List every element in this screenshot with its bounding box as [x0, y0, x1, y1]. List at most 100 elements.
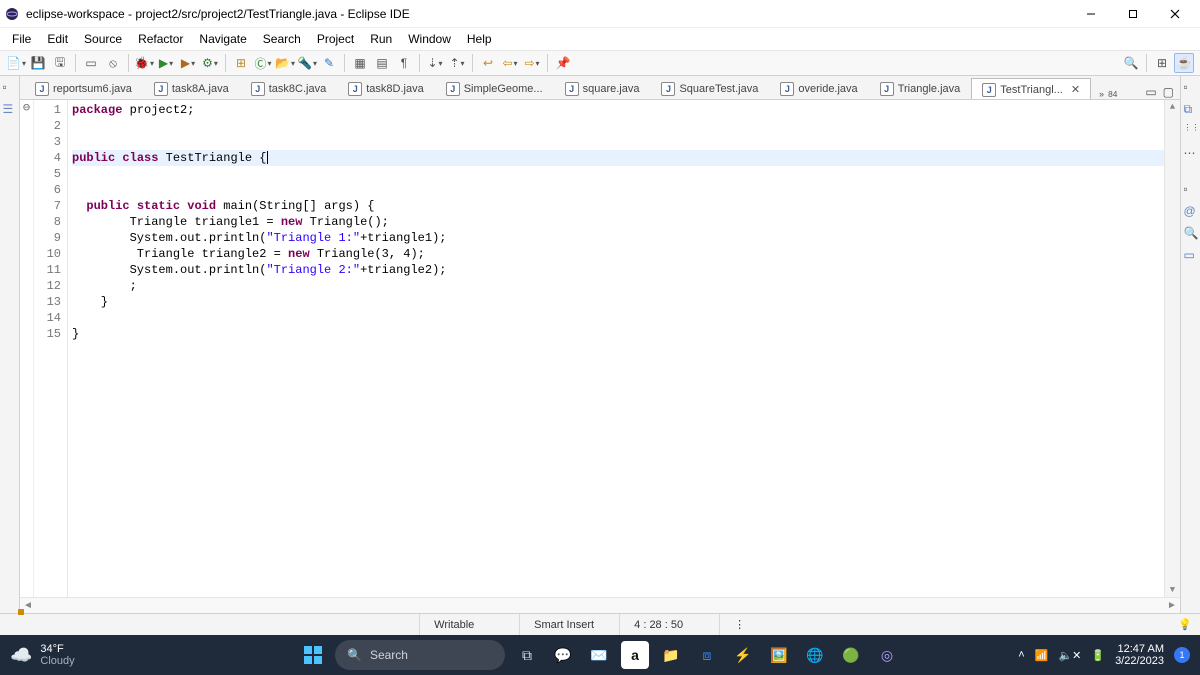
quick-access-search-icon[interactable]: 🔍 [1121, 53, 1141, 73]
save-all-button[interactable]: 🖫 [50, 53, 70, 73]
toggle-mark-button[interactable]: ✎ [319, 53, 339, 73]
show-whitespace-button[interactable]: ▤ [372, 53, 392, 73]
last-edit-button[interactable]: ↩ [478, 53, 498, 73]
scroll-right-icon[interactable]: ► [1164, 600, 1180, 611]
taskbar-weather[interactable]: ☁️ 34°F Cloudy [10, 643, 75, 667]
photos-icon[interactable]: 🖼️ [765, 641, 793, 669]
pin-button[interactable]: 📌 [553, 53, 573, 73]
menu-refactor[interactable]: Refactor [130, 30, 191, 48]
editor-tab[interactable]: JTestTriangl...✕ [971, 78, 1091, 100]
editor-tab[interactable]: JSimpleGeome... [435, 77, 554, 99]
outline-view-icon[interactable]: ⧉ [1184, 102, 1198, 116]
code-line[interactable]: package project2; [72, 102, 1164, 118]
editor-tab[interactable]: Joveride.java [769, 77, 868, 99]
prev-annotation-button[interactable]: ⇡▾ [447, 53, 467, 73]
menu-window[interactable]: Window [400, 30, 459, 48]
code-area[interactable]: package project2; public class TestTrian… [68, 100, 1164, 597]
code-line[interactable]: public class TestTriangle { [72, 150, 1164, 166]
declaration-view-icon[interactable]: 🔍 [1184, 226, 1198, 240]
horizontal-scrollbar[interactable]: ◄ ► [20, 597, 1180, 613]
open-perspective-button[interactable]: ⊞ [1152, 53, 1172, 73]
problems-view-icon[interactable]: @ [1184, 204, 1198, 218]
dropbox-icon[interactable]: ⧈ [693, 641, 721, 669]
menu-file[interactable]: File [4, 30, 39, 48]
minimize-editor-icon[interactable]: ▭ [1145, 85, 1156, 99]
tab-overflow[interactable]: »84 [1091, 89, 1125, 99]
code-line[interactable]: System.out.println("Triangle 2:"+triangl… [72, 262, 1164, 278]
task-view-icon[interactable]: ⧉ [513, 641, 541, 669]
code-line[interactable] [72, 118, 1164, 134]
tip-icon[interactable]: 💡 [1178, 618, 1200, 631]
maximize-button[interactable] [1112, 1, 1154, 27]
save-button[interactable]: 💾 [28, 53, 48, 73]
menu-help[interactable]: Help [459, 30, 500, 48]
code-line[interactable]: Triangle triangle2 = new Triangle(3, 4); [72, 246, 1164, 262]
search-button[interactable]: 🔦▾ [297, 53, 317, 73]
run-button[interactable]: ▶▾ [156, 53, 176, 73]
volume-icon[interactable]: 🔈✕ [1058, 649, 1081, 662]
editor-tab[interactable]: JSquareTest.java [650, 77, 769, 99]
new-class-button[interactable]: Ⓒ▾ [253, 53, 273, 73]
skip-breakpoints-button[interactable]: ⦸ [103, 53, 123, 73]
editor-tab[interactable]: Jsquare.java [554, 77, 651, 99]
editor-tab[interactable]: Jtask8C.java [240, 77, 337, 99]
vertical-scrollbar[interactable]: ▲ ▼ [1164, 100, 1180, 597]
terminal-button[interactable]: ▭ [81, 53, 101, 73]
java-perspective-button[interactable]: ☕ [1174, 53, 1194, 73]
chrome-icon[interactable]: 🟢 [837, 641, 865, 669]
wifi-icon[interactable]: 📶 [1035, 649, 1049, 662]
edge-icon[interactable]: 🌐 [801, 641, 829, 669]
code-line[interactable] [72, 310, 1164, 326]
task-list-view-icon[interactable]: ⋮⋮ [1184, 124, 1198, 138]
package-explorer-icon[interactable]: ☰ [3, 102, 17, 116]
open-type-button[interactable]: 📂▾ [275, 53, 295, 73]
status-extra[interactable]: ⋮ [719, 614, 759, 635]
code-line[interactable] [72, 166, 1164, 182]
code-line[interactable]: public static void main(String[] args) { [72, 198, 1164, 214]
restore-right-icon[interactable]: ▫ [1184, 80, 1198, 94]
editor-tab[interactable]: Jreportsum6.java [24, 77, 143, 99]
app-generic-icon[interactable]: ⚡ [729, 641, 757, 669]
stacked-view-icon[interactable]: ⋯ [1184, 146, 1198, 160]
menu-navigate[interactable]: Navigate [191, 30, 254, 48]
notifications-icon[interactable]: 1 [1174, 647, 1190, 663]
taskbar-clock[interactable]: 12:47 AM 3/22/2023 [1115, 643, 1164, 667]
minimize-button[interactable] [1070, 1, 1112, 27]
menu-edit[interactable]: Edit [39, 30, 76, 48]
code-line[interactable]: } [72, 294, 1164, 310]
new-package-button[interactable]: ⊞ [231, 53, 251, 73]
forward-button[interactable]: ⇨▾ [522, 53, 542, 73]
code-line[interactable]: Triangle triangle1 = new Triangle(); [72, 214, 1164, 230]
maximize-editor-icon[interactable]: ▢ [1163, 85, 1174, 99]
code-line[interactable] [72, 134, 1164, 150]
menu-project[interactable]: Project [309, 30, 362, 48]
tab-close-icon[interactable]: ✕ [1071, 83, 1080, 96]
menu-search[interactable]: Search [255, 30, 309, 48]
menu-source[interactable]: Source [76, 30, 130, 48]
restore-bottom-icon[interactable]: ▫ [1184, 182, 1198, 196]
menu-run[interactable]: Run [362, 30, 400, 48]
external-tools-button[interactable]: ⚙▾ [200, 53, 220, 73]
editor-tab[interactable]: Jtask8D.java [337, 77, 434, 99]
start-button[interactable] [299, 641, 327, 669]
new-button[interactable]: 📄▾ [6, 53, 26, 73]
toggle-block-button[interactable]: ▦ [350, 53, 370, 73]
pilcrow-button[interactable]: ¶ [394, 53, 414, 73]
editor-tab[interactable]: Jtask8A.java [143, 77, 240, 99]
code-line[interactable] [72, 182, 1164, 198]
code-line[interactable]: ; [72, 278, 1164, 294]
taskbar-search[interactable]: 🔍 Search [335, 640, 505, 670]
code-line[interactable]: System.out.println("Triangle 1:"+triangl… [72, 230, 1164, 246]
editor-tab[interactable]: JTriangle.java [869, 77, 972, 99]
coverage-button[interactable]: ▶▾ [178, 53, 198, 73]
console-view-icon[interactable]: ▭ [1184, 248, 1198, 262]
amazon-icon[interactable]: a [621, 641, 649, 669]
mail-icon[interactable]: ✉️ [585, 641, 613, 669]
file-explorer-icon[interactable]: 📁 [657, 641, 685, 669]
back-button[interactable]: ⇦▾ [500, 53, 520, 73]
next-annotation-button[interactable]: ⇣▾ [425, 53, 445, 73]
restore-view-icon[interactable]: ▫ [3, 80, 17, 94]
code-line[interactable]: } [72, 326, 1164, 342]
tray-chevron-icon[interactable]: ˄ [1018, 649, 1024, 661]
chat-icon[interactable]: 💬 [549, 641, 577, 669]
